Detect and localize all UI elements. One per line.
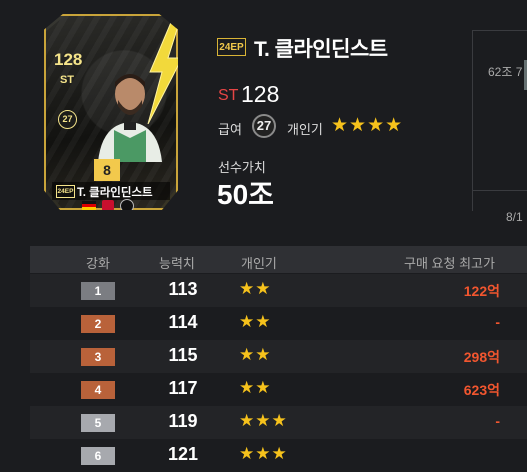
card-season-badge: 27 [58, 110, 77, 129]
player-ovr: 128 [241, 81, 280, 107]
table-row[interactable]: 3 115 ★★ 298억 [30, 340, 527, 373]
card-season-tag: 24EP [56, 185, 75, 198]
row-skill-stars: ★★ [239, 378, 272, 397]
club-crest-icon [120, 199, 134, 210]
salary-badge: 27 [252, 114, 276, 138]
row-ovr: 114 [168, 312, 198, 332]
graph-date-label: 8/1 [506, 210, 523, 224]
upgrade-level-badge: 2 [81, 315, 115, 333]
graph-max-label: 62조 7 [488, 65, 523, 79]
upgrade-level-badge: 1 [81, 282, 115, 300]
row-ovr: 117 [168, 378, 198, 398]
upgrade-level-badge: 6 [81, 447, 115, 465]
row-price: 122억 [463, 283, 500, 299]
card-position: ST [59, 74, 75, 86]
player-position: ST [218, 87, 239, 104]
table-row[interactable]: 4 117 ★★ 623억 [30, 373, 527, 406]
graph-axis [472, 190, 527, 191]
row-skill-stars: ★★★ [239, 411, 288, 430]
player-card[interactable]: 128 ST 27 8 24EP T. 클라인딘스트 [44, 14, 178, 210]
upgrade-level-badge: 4 [81, 381, 115, 399]
price-graph-panel[interactable] [472, 30, 527, 211]
row-ovr: 121 [167, 444, 199, 464]
col-header-skill: 개인기 [241, 256, 277, 271]
table-row[interactable]: 5 119 ★★★ - [30, 406, 527, 439]
germany-flag-icon [82, 201, 96, 210]
skill-moves-label: 개인기 [287, 122, 323, 137]
row-skill-stars: ★★★ [239, 444, 288, 463]
card-ovr: 128 [54, 50, 83, 69]
row-skill-stars: ★★ [239, 279, 272, 298]
player-portrait [98, 74, 162, 162]
row-skill-stars: ★★ [239, 312, 272, 331]
row-price: 298억 [463, 349, 500, 365]
col-header-level: 강화 [86, 256, 110, 271]
row-price: 623억 [463, 382, 500, 398]
upgrade-level-badge: 5 [81, 414, 115, 432]
col-header-price: 구매 요청 최고가 [404, 256, 495, 271]
row-ovr: 119 [168, 411, 198, 431]
player-name: T. 클라인딘스트 [254, 38, 388, 61]
skill-moves-stars: ★★★★ [331, 115, 404, 136]
bundesliga-logo-icon [102, 200, 114, 210]
row-ovr: 113 [168, 279, 198, 299]
table-row[interactable]: 6 121 ★★★ [30, 439, 527, 472]
row-skill-stars: ★★ [239, 345, 272, 364]
col-header-ovr: 능력치 [159, 256, 195, 271]
card-upgrade-level: 8 [94, 159, 120, 181]
card-player-name: T. 클라인딘스트 [77, 187, 153, 199]
row-price: - [495, 314, 500, 330]
player-value: 50조 [217, 179, 274, 210]
season-badge: 24EP [217, 38, 246, 56]
table-row[interactable]: 2 114 ★★ - [30, 307, 527, 340]
upgrade-level-badge: 3 [81, 348, 115, 366]
salary-label: 급여 [218, 122, 242, 137]
table-row[interactable]: 1 113 ★★ 122억 [30, 274, 527, 307]
row-ovr: 115 [168, 345, 198, 365]
row-price: - [495, 413, 500, 429]
